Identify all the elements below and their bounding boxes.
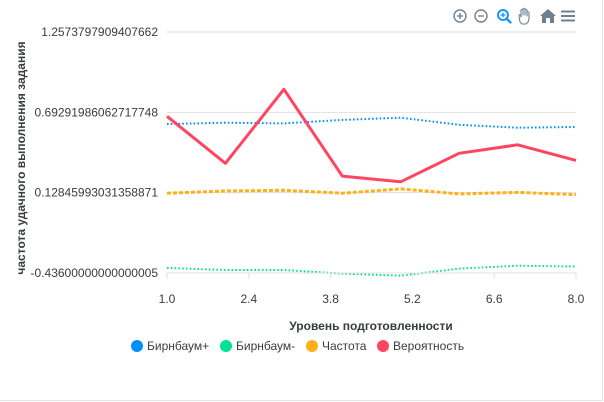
y-tick-label: -0.43600000000000005 [31, 266, 159, 280]
x-tick-label: 6.6 [486, 292, 503, 306]
x-tick-label: 3.8 [322, 292, 339, 306]
series-line-2 [166, 264, 577, 277]
x-axis: 1.0 2.4 3.8 5.2 6.6 8.0 [159, 272, 585, 306]
y-tick-label: 1.2573797909407662 [41, 25, 158, 39]
legend: Бирнбаум+ Бирнбаум- Частота Вероятность [131, 339, 464, 353]
legend-marker [306, 340, 318, 352]
chart-frame: 1.2573797909407662 0.69291986062717748 0.1… [0, 0, 603, 401]
x-tick-label: 5.2 [404, 292, 421, 306]
y-tick-label: 0.69291986062717748 [35, 105, 159, 119]
zoom-out-icon[interactable] [474, 9, 488, 23]
legend-item[interactable]: Частота [306, 339, 367, 353]
x-tick-label: 2.4 [240, 292, 257, 306]
series-line-4 [166, 87, 577, 184]
x-tick-label: 8.0 [568, 292, 585, 306]
y-axis-title: частота удачного выполнения задания [14, 41, 28, 274]
hand-icon[interactable] [518, 7, 530, 25]
y-tick-label: 0.12845993031358871 [35, 186, 159, 200]
legend-marker [220, 340, 232, 352]
grid-layer [167, 31, 576, 274]
zoom-in-icon[interactable] [453, 9, 467, 23]
legend-marker [131, 340, 143, 352]
magnifier-icon[interactable] [497, 9, 512, 24]
legend-item[interactable]: Вероятность [377, 339, 464, 353]
chart-toolbar [453, 7, 575, 25]
legend-item[interactable]: Бирнбаум+ [131, 339, 209, 353]
y-axis: 1.2573797909407662 0.69291986062717748 0.1… [31, 25, 159, 280]
legend-label: Бирнбаум+ [147, 339, 209, 353]
x-tick-label: 1.0 [159, 292, 176, 306]
legend-label: Вероятность [393, 339, 464, 353]
x-axis-title: Уровень подготовленности [289, 319, 452, 333]
legend-item[interactable]: Бирнбаум- [220, 339, 295, 353]
line-chart: 1.2573797909407662 0.69291986062717748 0.1… [14, 7, 585, 353]
legend-label: Частота [322, 339, 367, 353]
menu-icon[interactable] [561, 10, 575, 22]
legend-label: Бирнбаум- [236, 339, 295, 353]
series-layer [166, 87, 577, 277]
series-line-1 [166, 116, 577, 129]
legend-marker [377, 340, 389, 352]
home-icon[interactable] [540, 9, 556, 23]
series-line-3 [166, 187, 577, 197]
